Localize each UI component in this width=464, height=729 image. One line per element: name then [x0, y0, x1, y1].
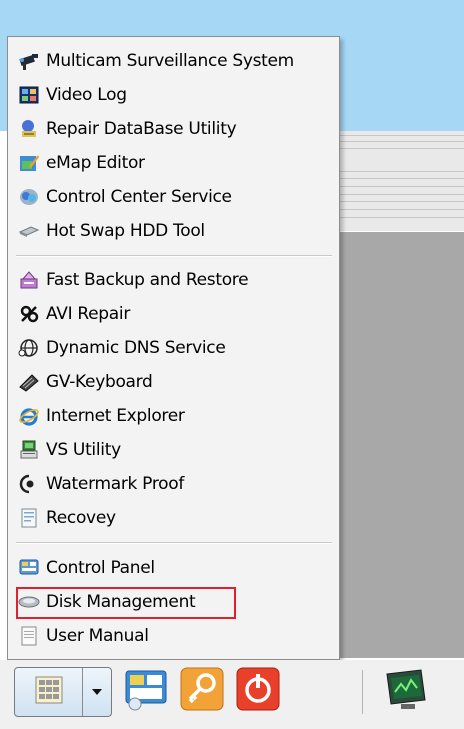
surveillance-camera-icon: [18, 50, 40, 72]
power-button[interactable]: [233, 665, 283, 717]
performance-monitor-icon: [381, 666, 431, 716]
power-icon: [235, 666, 281, 716]
key-icon: [179, 666, 225, 716]
emap-editor-icon: [18, 152, 40, 174]
control-panel-icon: [18, 557, 40, 579]
menu-item-video-log[interactable]: Video Log: [18, 80, 127, 110]
menu-item-watermark-proof[interactable]: Watermark Proof: [18, 469, 184, 499]
network-settings-button[interactable]: [121, 665, 171, 717]
key-button[interactable]: [177, 665, 227, 717]
internet-explorer-icon: [18, 405, 40, 427]
vs-utility-icon: [18, 439, 40, 461]
taskbar: [0, 660, 464, 729]
menu-item-user-manual[interactable]: User Manual: [18, 621, 149, 651]
menu-separator: [16, 255, 332, 257]
chevron-down-icon[interactable]: [83, 668, 111, 716]
video-log-icon: [18, 84, 40, 106]
tools-menu-icon: [16, 668, 83, 716]
control-center-icon: [18, 186, 40, 208]
menu-item-fast-backup-and-restore[interactable]: Fast Backup and Restore: [18, 265, 249, 295]
tools-menu-button[interactable]: [14, 667, 112, 717]
watermark-proof-icon: [18, 473, 40, 495]
menu-item-control-panel[interactable]: Control Panel: [18, 553, 155, 583]
menu-item-control-center-service[interactable]: Control Center Service: [18, 182, 232, 212]
menu-item-recovey[interactable]: Recovey: [18, 503, 116, 533]
monitor-button[interactable]: [378, 665, 434, 717]
menu-item-vs-utility[interactable]: VS Utility: [18, 435, 121, 465]
recovery-icon: [18, 507, 40, 529]
user-manual-icon: [18, 625, 40, 647]
menu-item-internet-explorer[interactable]: Internet Explorer: [18, 401, 185, 431]
gv-keyboard-icon: [18, 371, 40, 393]
repair-database-icon: [18, 118, 40, 140]
menu-separator: [16, 542, 332, 544]
fast-backup-icon: [18, 269, 40, 291]
taskbar-divider: [362, 670, 363, 714]
tools-popup-menu: Multicam Surveillance System Video Log R…: [7, 36, 340, 660]
hot-swap-hdd-icon: [18, 220, 40, 242]
menu-item-multicam-surveillance-system[interactable]: Multicam Surveillance System: [18, 46, 294, 76]
disk-management-highlight-box: [16, 587, 236, 619]
avi-repair-icon: [18, 303, 40, 325]
menu-item-dynamic-dns-service[interactable]: Dynamic DNS Service: [18, 333, 226, 363]
dynamic-dns-icon: [18, 337, 40, 359]
background-window: [340, 232, 464, 658]
menu-item-emap-editor[interactable]: eMap Editor: [18, 148, 145, 178]
menu-item-hot-swap-hdd-tool[interactable]: Hot Swap HDD Tool: [18, 216, 205, 246]
menu-item-repair-database-utility[interactable]: Repair DataBase Utility: [18, 114, 237, 144]
menu-item-avi-repair[interactable]: AVI Repair: [18, 299, 130, 329]
background-window-lines: [340, 131, 464, 231]
menu-item-gv-keyboard[interactable]: GV-Keyboard: [18, 367, 153, 397]
network-settings-icon: [123, 666, 169, 716]
